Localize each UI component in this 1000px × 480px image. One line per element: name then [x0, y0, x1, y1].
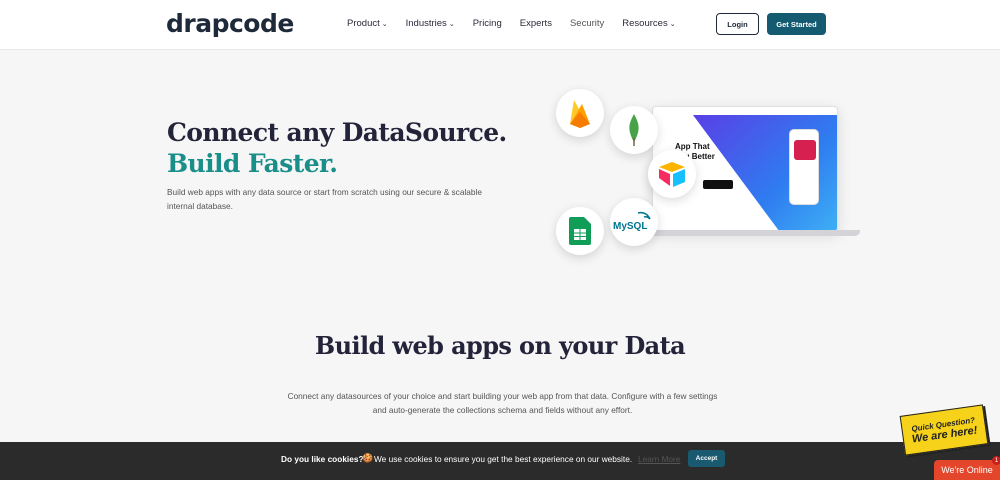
drapcode-logo[interactable]: drapcode	[166, 9, 294, 38]
menu-item-pricing[interactable]: Pricing	[473, 18, 502, 29]
menu-item-security[interactable]: Security	[570, 18, 604, 29]
airtable-icon	[648, 150, 696, 198]
google-sheets-icon	[556, 207, 604, 255]
menu-item-label: Industries	[405, 18, 447, 29]
airtable-glyph	[659, 162, 685, 187]
mockup-phone	[789, 129, 819, 205]
chat-online-button[interactable]: We're Online	[934, 460, 1000, 480]
mysql-glyph: MySQL	[613, 211, 651, 232]
menu-item-resources[interactable]: Resources ⌄	[622, 18, 675, 29]
chevron-down-icon: ⌄	[448, 20, 455, 28]
cookie-message: We use cookies to ensure you get the bes…	[374, 454, 633, 464]
menu-item-product[interactable]: Product ⌄	[347, 18, 388, 29]
get-started-button[interactable]: Get Started	[767, 13, 826, 35]
mongodb-icon	[610, 106, 658, 154]
menu-item-label: Resources	[622, 18, 668, 29]
chevron-down-icon: ⌄	[669, 20, 676, 28]
sheets-glyph	[569, 217, 591, 245]
cookie-icon: 🍪	[362, 453, 374, 463]
firebase-glyph	[570, 100, 590, 128]
firebase-icon	[556, 89, 604, 137]
main-menu: Product ⌄ Industries ⌄ Pricing Experts S…	[347, 18, 694, 29]
laptop-base	[640, 230, 860, 236]
mockup-phone-image	[794, 140, 816, 160]
accept-cookies-button[interactable]: Accept	[688, 450, 725, 467]
menu-item-label: Product	[347, 18, 380, 29]
menu-item-industries[interactable]: Industries ⌄	[406, 18, 455, 29]
hero-title: Connect any DataSource.	[167, 118, 507, 147]
mysql-icon: MySQL	[610, 198, 658, 246]
menu-item-experts[interactable]: Experts	[520, 18, 552, 29]
menu-item-label: Pricing	[472, 18, 502, 29]
mongodb-glyph	[629, 114, 639, 146]
cookie-question: Do you like cookies?	[281, 454, 364, 464]
menu-item-label: Security	[569, 18, 605, 29]
hero-description: Build web apps with any data source or s…	[167, 187, 482, 211]
top-navbar: drapcode Product ⌄ Industries ⌄ Pricing …	[0, 0, 1000, 50]
mockup-headline-line-1: App That	[675, 142, 710, 151]
login-button[interactable]: Login	[716, 13, 759, 35]
learn-more-link[interactable]: Learn More	[638, 454, 680, 464]
mysql-label: MySQL	[613, 221, 647, 232]
hero-subtitle: Build Faster.	[167, 149, 338, 178]
mockup-store-badge	[703, 180, 733, 189]
menu-item-label: Experts	[519, 18, 552, 29]
chat-notification-badge: 1	[992, 456, 1000, 465]
section-description: Connect any datasources of your choice a…	[287, 391, 718, 415]
section-title: Build web apps on your Data	[314, 331, 686, 360]
chevron-down-icon: ⌄	[381, 20, 388, 28]
